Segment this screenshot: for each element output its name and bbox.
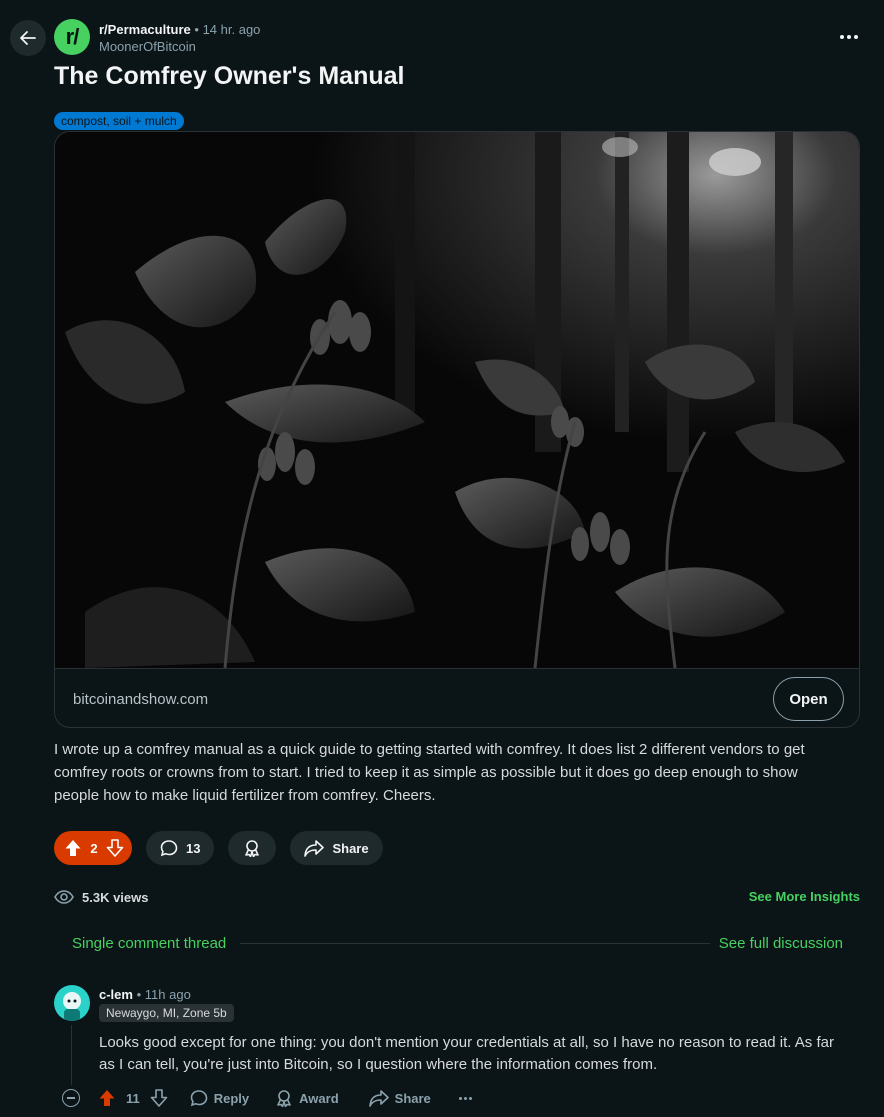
avatar[interactable] bbox=[54, 985, 90, 1021]
link-thumbnail bbox=[55, 132, 859, 668]
views-icon bbox=[54, 890, 74, 904]
see-full-discussion-link[interactable]: See full discussion bbox=[719, 935, 843, 952]
back-button[interactable] bbox=[10, 20, 46, 56]
downvote-icon[interactable] bbox=[150, 1089, 168, 1107]
reply-label: Reply bbox=[213, 1090, 250, 1106]
vote-count: 2 bbox=[90, 840, 98, 856]
post-time: 14 hr. ago bbox=[202, 22, 261, 37]
vote-control: 2 bbox=[54, 831, 132, 865]
post-actions: 2 13 Share bbox=[54, 831, 383, 865]
comment-more-icon[interactable] bbox=[458, 1096, 472, 1100]
user-flair: Newaygo, MI, Zone 5b bbox=[99, 1004, 234, 1022]
subreddit-avatar[interactable]: r/ bbox=[54, 19, 90, 55]
post-author[interactable]: MoonerOfBitcoin bbox=[99, 38, 260, 55]
comment-author[interactable]: c-lem bbox=[99, 987, 133, 1002]
downvote-icon[interactable] bbox=[106, 839, 124, 857]
upvote-icon[interactable] bbox=[64, 839, 82, 857]
reply-icon bbox=[190, 1090, 208, 1107]
more-icon[interactable] bbox=[838, 27, 860, 47]
comment-meta: c-lem • 11h ago bbox=[99, 986, 191, 1003]
share-label: Share bbox=[394, 1090, 431, 1106]
share-icon bbox=[368, 1090, 389, 1107]
upvote-icon[interactable] bbox=[98, 1089, 116, 1107]
comment-vote-count: 11 bbox=[126, 1090, 140, 1106]
comment-body: Looks good except for one thing: you don… bbox=[99, 1034, 834, 1073]
link-domain[interactable]: bitcoinandshow.com bbox=[73, 691, 208, 708]
comments-button[interactable]: 13 bbox=[146, 831, 215, 865]
post-meta: r/Permaculture • 14 hr. ago MoonerOfBitc… bbox=[99, 21, 260, 55]
link-footer: bitcoinandshow.com Open bbox=[55, 668, 859, 727]
comment-actions: 11 Reply Award Share bbox=[62, 1086, 472, 1110]
link-preview-card[interactable]: bitcoinandshow.com Open bbox=[54, 131, 860, 728]
award-label: Award bbox=[299, 1090, 339, 1106]
comment-share-button[interactable]: Share bbox=[368, 1089, 431, 1107]
post-body: I wrote up a comfrey manual as a quick g… bbox=[54, 741, 805, 804]
award-button[interactable] bbox=[228, 831, 277, 865]
comment-vote-control: 11 bbox=[98, 1089, 168, 1107]
award-icon bbox=[277, 1090, 291, 1107]
views-label: 5.3K views bbox=[82, 889, 149, 905]
post-flair[interactable]: compost, soil + mulch bbox=[54, 112, 184, 130]
comment-icon bbox=[160, 840, 178, 857]
single-comment-thread-label[interactable]: Single comment thread bbox=[72, 935, 226, 952]
thread-bar: Single comment thread See full discussio… bbox=[72, 935, 843, 955]
see-more-insights-link[interactable]: See More Insights bbox=[749, 889, 860, 904]
meta-separator: • bbox=[136, 987, 142, 1002]
thread-divider bbox=[240, 943, 710, 944]
award-icon bbox=[245, 840, 260, 857]
comment-count: 13 bbox=[186, 840, 201, 856]
comment-award-button[interactable]: Award bbox=[275, 1089, 339, 1107]
post-title: The Comfrey Owner's Manual bbox=[54, 62, 405, 90]
comment-time: 11h ago bbox=[144, 987, 191, 1002]
comment-thread-line[interactable] bbox=[71, 1025, 72, 1085]
collapse-icon[interactable] bbox=[62, 1089, 80, 1107]
back-arrow-icon bbox=[20, 31, 36, 45]
views-count: 5.3K views bbox=[54, 888, 149, 906]
share-label: Share bbox=[332, 840, 369, 856]
share-button[interactable]: Share bbox=[290, 831, 383, 865]
reply-button[interactable]: Reply bbox=[190, 1089, 249, 1107]
meta-separator: • bbox=[194, 22, 199, 37]
open-link-button[interactable]: Open bbox=[773, 677, 844, 721]
share-icon bbox=[304, 840, 325, 857]
subreddit-name[interactable]: r/Permaculture bbox=[99, 22, 191, 37]
